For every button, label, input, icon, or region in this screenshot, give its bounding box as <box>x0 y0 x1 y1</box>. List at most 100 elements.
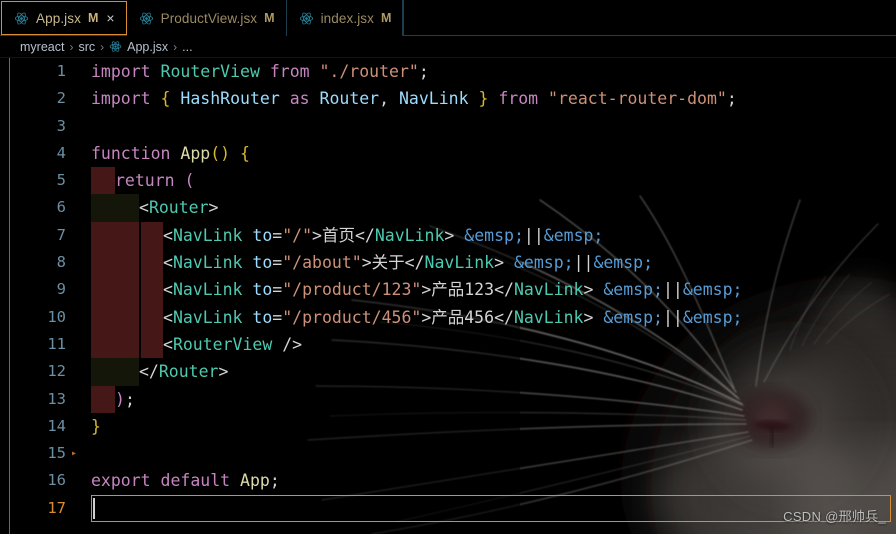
breadcrumb-item-symbol[interactable]: ... <box>182 40 192 54</box>
code-text[interactable]: <NavLink to="/about">关于</NavLink> &emsp;… <box>88 249 896 277</box>
code-line[interactable]: 2 import { HashRouter as Router, NavLink … <box>0 85 896 112</box>
code-text[interactable]: ); <box>88 385 896 413</box>
code-token: NavLink <box>172 280 243 300</box>
code-token: 产品123 <box>431 280 495 300</box>
code-line[interactable]: 4 function App() { <box>0 140 896 167</box>
code-token: &emsp; <box>682 280 743 300</box>
code-token: = <box>272 253 283 273</box>
code-text[interactable]: <NavLink to="/">首页</NavLink> &emsp;||&em… <box>88 221 896 250</box>
tab-bar-empty-area <box>404 0 896 35</box>
code-token: ; <box>418 62 429 81</box>
indent-block <box>141 330 163 359</box>
code-line[interactable]: 1 import RouterView from "./router"; <box>0 58 896 85</box>
indent-block <box>91 221 139 250</box>
code-lines-container[interactable]: 1 import RouterView from "./router"; 2 impo… <box>0 58 896 522</box>
indent-block <box>141 221 163 250</box>
indent-block <box>91 385 115 413</box>
code-line[interactable]: 16 export default App; <box>0 467 896 494</box>
tab-app-jsx[interactable]: App.jsx M × <box>1 1 127 35</box>
indent-block <box>91 194 139 222</box>
code-text[interactable]: </Router> <box>88 358 896 386</box>
code-token: </ <box>494 280 514 300</box>
breadcrumb-item-file[interactable]: App.jsx <box>127 40 168 54</box>
react-icon <box>139 11 154 26</box>
tab-index-jsx[interactable]: index.jsx M <box>286 0 404 36</box>
code-token: App <box>180 143 211 163</box>
code-line[interactable]: 6 <Router> <box>0 194 896 222</box>
line-number: 8 <box>56 253 66 272</box>
tab-productview-jsx[interactable]: ProductView.jsx M <box>126 0 287 36</box>
indent-block <box>141 303 163 331</box>
breadcrumb-separator-icon: › <box>100 39 105 54</box>
code-line[interactable]: 12 </Router> <box>0 358 896 386</box>
code-line[interactable]: 10 <NavLink to="/product/456">产品456</NavL… <box>0 303 896 331</box>
code-line[interactable]: 14} <box>0 413 896 440</box>
code-token: HashRouter <box>180 89 290 109</box>
code-line[interactable]: 17 <box>0 494 896 522</box>
code-editor[interactable]: 1 import RouterView from "./router"; 2 impo… <box>0 58 896 534</box>
code-line[interactable]: 9 <NavLink to="/product/123">产品123</NavLi… <box>0 276 896 304</box>
line-number: 2 <box>56 89 66 108</box>
close-icon[interactable]: × <box>106 11 114 25</box>
code-text[interactable]: } <box>88 413 896 440</box>
code-text[interactable]: <NavLink to="/product/456">产品456</NavLin… <box>88 303 896 331</box>
code-text[interactable]: import RouterView from "./router"; <box>88 58 896 85</box>
code-token: > <box>421 280 432 300</box>
code-token: > <box>208 198 219 218</box>
code-token: return <box>115 171 185 191</box>
code-token: ; <box>269 471 280 491</box>
code-line[interactable]: 13); <box>0 385 896 413</box>
code-token: from <box>498 89 549 109</box>
code-token: RouterView <box>160 62 270 81</box>
current-line-highlight <box>91 494 891 522</box>
line-number: 4 <box>56 143 66 162</box>
code-token: > <box>421 307 432 327</box>
code-token: { <box>240 143 250 163</box>
line-number: 1 <box>56 62 66 80</box>
code-token: Router <box>148 198 209 218</box>
breadcrumb-separator-icon: › <box>69 39 74 54</box>
code-token: "/" <box>282 225 313 245</box>
code-text[interactable]: <NavLink to="/product/123">产品123</NavLin… <box>88 276 896 304</box>
code-token: 关于 <box>371 253 405 273</box>
code-token: NavLink <box>172 253 243 273</box>
line-number: 13 <box>47 389 66 408</box>
line-number: 7 <box>56 225 66 244</box>
indent-block <box>91 330 139 359</box>
line-number: 10 <box>47 307 66 326</box>
code-token: < <box>163 334 173 354</box>
line-number: 9 <box>56 280 66 299</box>
fold-arrow-icon[interactable]: ▸ <box>71 440 77 467</box>
breadcrumb-item-folder[interactable]: src <box>78 40 95 54</box>
code-token: Router <box>319 89 380 109</box>
code-token: as <box>289 89 320 109</box>
code-text[interactable]: export default App; <box>88 467 896 494</box>
text-caret <box>93 497 95 519</box>
code-token: &emsp; <box>513 253 574 273</box>
code-text[interactable]: import { HashRouter as Router, NavLink }… <box>88 85 896 112</box>
code-line[interactable]: 7 <NavLink to="/">首页</NavLink> &emsp;||&e… <box>0 221 896 250</box>
code-text[interactable]: <RouterView /> <box>88 330 896 359</box>
code-token: || <box>662 280 683 300</box>
code-text[interactable]: return ( <box>88 167 896 195</box>
code-line[interactable]: 15 ▸ <box>0 440 896 467</box>
line-number: 12 <box>47 362 66 381</box>
code-token: export <box>91 471 161 491</box>
code-token: "react-router-dom" <box>548 89 727 109</box>
vscode-window: App.jsx M × ProductView.jsx M index.jsx … <box>0 0 896 534</box>
code-token: </ <box>354 225 375 245</box>
breadcrumb-item-project[interactable]: myreact <box>20 40 64 54</box>
code-token: , <box>379 89 399 109</box>
code-text[interactable]: <Router> <box>88 194 896 222</box>
code-line[interactable]: 8 <NavLink to="/about">关于</NavLink> &emsp… <box>0 249 896 277</box>
line-number: 5 <box>56 171 66 190</box>
code-token: > <box>361 253 372 273</box>
code-line[interactable]: 5 return ( <box>0 167 896 195</box>
code-text[interactable]: function App() { <box>88 140 896 167</box>
code-line[interactable]: 3 <box>0 113 896 140</box>
code-line[interactable]: 11 <RouterView /> <box>0 330 896 359</box>
code-token: 首页 <box>321 225 355 245</box>
code-token: NavLink <box>399 89 479 109</box>
